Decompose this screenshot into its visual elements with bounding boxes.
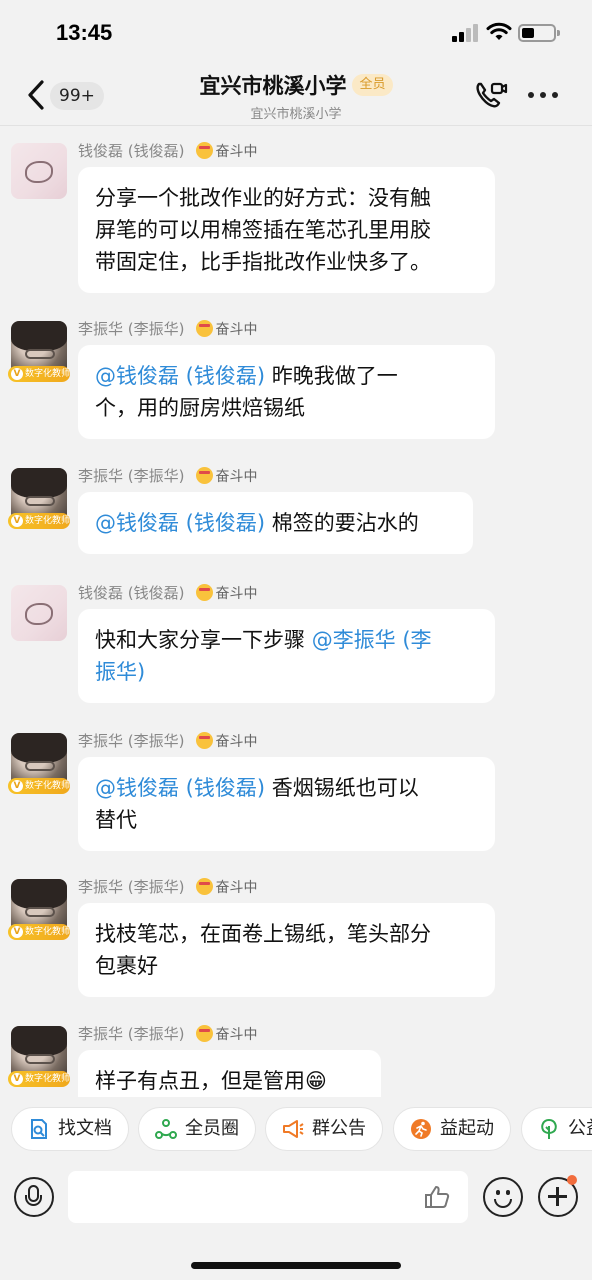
mention-link[interactable]: @钱俊磊 (钱俊磊) [95, 776, 265, 800]
sender-status: 奋斗中 [215, 143, 258, 160]
avatar[interactable] [11, 585, 67, 641]
message-input[interactable] [68, 1171, 468, 1223]
quick-actions-bar: 找文档 全员圈 群公告 益起动 公益 [0, 1097, 592, 1163]
voice-input-icon[interactable] [14, 1177, 54, 1217]
quick-action-find-doc[interactable]: 找文档 [11, 1107, 129, 1151]
message-bubble[interactable]: @钱俊磊 (钱俊磊) 棉签的要沾水的 [78, 492, 473, 554]
sender-name[interactable]: 钱俊磊 (钱俊磊) [78, 142, 184, 160]
quick-action-charity[interactable]: 公益 [521, 1107, 592, 1151]
sender-status: 奋斗中 [215, 468, 258, 485]
message-bubble[interactable]: 分享一个批改作业的好方式：没有触 屏笔的可以用棉签插在笔芯孔里用胶 带固定住，比… [78, 167, 495, 293]
status-emoji-icon [196, 467, 214, 484]
sender-name[interactable]: 李振华 (李振华) [78, 1025, 184, 1043]
mention-link[interactable]: 振华) [95, 660, 145, 684]
message-text-line: 快和大家分享一下步骤 @李振华 (李 [95, 628, 432, 652]
title-badge: V 数字化教师 [8, 778, 70, 794]
sender-status: 奋斗中 [215, 733, 258, 750]
status-emoji-icon [196, 142, 214, 159]
message-text-line: 样子有点丑，但是管用😁 [95, 1069, 327, 1093]
message-text-line: 振华) [95, 656, 478, 688]
cellular-signal-icon [452, 24, 480, 42]
sender-status: 奋斗中 [215, 585, 258, 602]
sender-line: 李振华 (李振华) 奋斗中 [78, 465, 257, 487]
status-emoji-icon [196, 1025, 214, 1042]
video-call-icon[interactable] [474, 80, 508, 110]
message-text-line: @钱俊磊 (钱俊磊) 昨晚我做了一 [95, 364, 398, 388]
message-text-line: @钱俊磊 (钱俊磊) 棉签的要沾水的 [95, 511, 419, 535]
quick-action-announcement[interactable]: 群公告 [265, 1107, 383, 1151]
message-text-line: 找枝笔芯，在面卷上锡纸，笔头部分 [95, 922, 431, 946]
battery-icon [518, 24, 560, 42]
message-text-line: 个，用的厨房烘焙锡纸 [95, 396, 305, 420]
message-text-line: 包裹好 [95, 954, 158, 978]
home-indicator [191, 1262, 401, 1269]
message-text-line: 屏笔的可以用棉签插在笔芯孔里用胶 [95, 218, 431, 242]
mention-link[interactable]: @李振华 (李 [312, 628, 432, 652]
sender-name[interactable]: 李振华 (李振华) [78, 467, 184, 485]
title-badge: V 数字化教师 [8, 1071, 70, 1087]
message-bubble[interactable]: 样子有点丑，但是管用😁 [78, 1050, 381, 1097]
sender-line: 李振华 (李振华) 奋斗中 [78, 1023, 257, 1045]
message-text-line: 替代 [95, 808, 137, 832]
mention-link[interactable]: @钱俊磊 (钱俊磊) [95, 364, 265, 388]
message-text-line: 分享一个批改作业的好方式：没有触 [95, 186, 431, 210]
emoji-icon[interactable] [483, 1177, 523, 1217]
sender-name[interactable]: 李振华 (李振华) [78, 732, 184, 750]
message-text-line: @钱俊磊 (钱俊磊) 香烟锡纸也可以 [95, 776, 419, 800]
avatar[interactable] [11, 143, 67, 199]
circle-nodes-icon [155, 1119, 177, 1139]
message-bubble[interactable]: 找枝笔芯，在面卷上锡纸，笔头部分 包裹好 [78, 903, 495, 997]
status-emoji-icon [196, 584, 214, 601]
chat-header: 99+ 宜兴市桃溪小学 全员 宜兴市桃溪小学 [0, 64, 592, 126]
title-badge: V 数字化教师 [8, 366, 70, 382]
sender-line: 李振华 (李振华) 奋斗中 [78, 318, 257, 340]
wifi-icon [486, 22, 512, 40]
sender-status: 奋斗中 [215, 879, 258, 896]
sender-line: 李振华 (李振华) 奋斗中 [78, 730, 257, 752]
tree-icon [541, 1118, 557, 1139]
doc-search-icon [31, 1119, 47, 1139]
notification-dot [567, 1175, 577, 1185]
sender-status: 奋斗中 [215, 321, 258, 338]
message-bubble[interactable]: 快和大家分享一下步骤 @李振华 (李 振华) [78, 609, 495, 703]
mention-link[interactable]: @钱俊磊 (钱俊磊) [95, 511, 265, 535]
megaphone-icon [283, 1120, 304, 1138]
message-list[interactable]: 钱俊磊 (钱俊磊) 奋斗中 分享一个批改作业的好方式：没有触 屏笔的可以用棉签插在… [0, 127, 592, 1097]
message-bubble[interactable]: @钱俊磊 (钱俊磊) 香烟锡纸也可以 替代 [78, 757, 495, 851]
message-text-line: 带固定住，比手指批改作业快多了。 [95, 250, 431, 274]
group-name: 宜兴市桃溪小学 [199, 74, 347, 98]
sender-line: 钱俊磊 (钱俊磊) 奋斗中 [78, 582, 257, 604]
sender-name[interactable]: 钱俊磊 (钱俊磊) [78, 584, 184, 602]
sender-name[interactable]: 李振华 (李振华) [78, 878, 184, 896]
sender-line: 李振华 (李振华) 奋斗中 [78, 876, 257, 898]
sender-status: 奋斗中 [215, 1026, 258, 1043]
more-options-icon[interactable] [526, 92, 560, 100]
member-tag: 全员 [352, 74, 393, 96]
sender-name[interactable]: 李振华 (李振华) [78, 320, 184, 338]
message-bubble[interactable]: @钱俊磊 (钱俊磊) 昨晚我做了一 个，用的厨房烘焙锡纸 [78, 345, 495, 439]
status-emoji-icon [196, 878, 214, 895]
quick-action-charity-run[interactable]: 益起动 [393, 1107, 511, 1151]
status-emoji-icon [196, 732, 214, 749]
thumbs-up-icon[interactable] [424, 1185, 450, 1209]
status-time: 13:45 [56, 20, 113, 45]
input-bar [0, 1163, 592, 1280]
title-badge: V 数字化教师 [8, 924, 70, 940]
status-bar: 13:45 [0, 0, 592, 64]
status-emoji-icon [196, 320, 214, 337]
title-badge: V 数字化教师 [8, 513, 70, 529]
sender-line: 钱俊磊 (钱俊磊) 奋斗中 [78, 140, 257, 162]
quick-action-all-circle[interactable]: 全员圈 [138, 1107, 256, 1151]
runner-icon [411, 1119, 431, 1139]
